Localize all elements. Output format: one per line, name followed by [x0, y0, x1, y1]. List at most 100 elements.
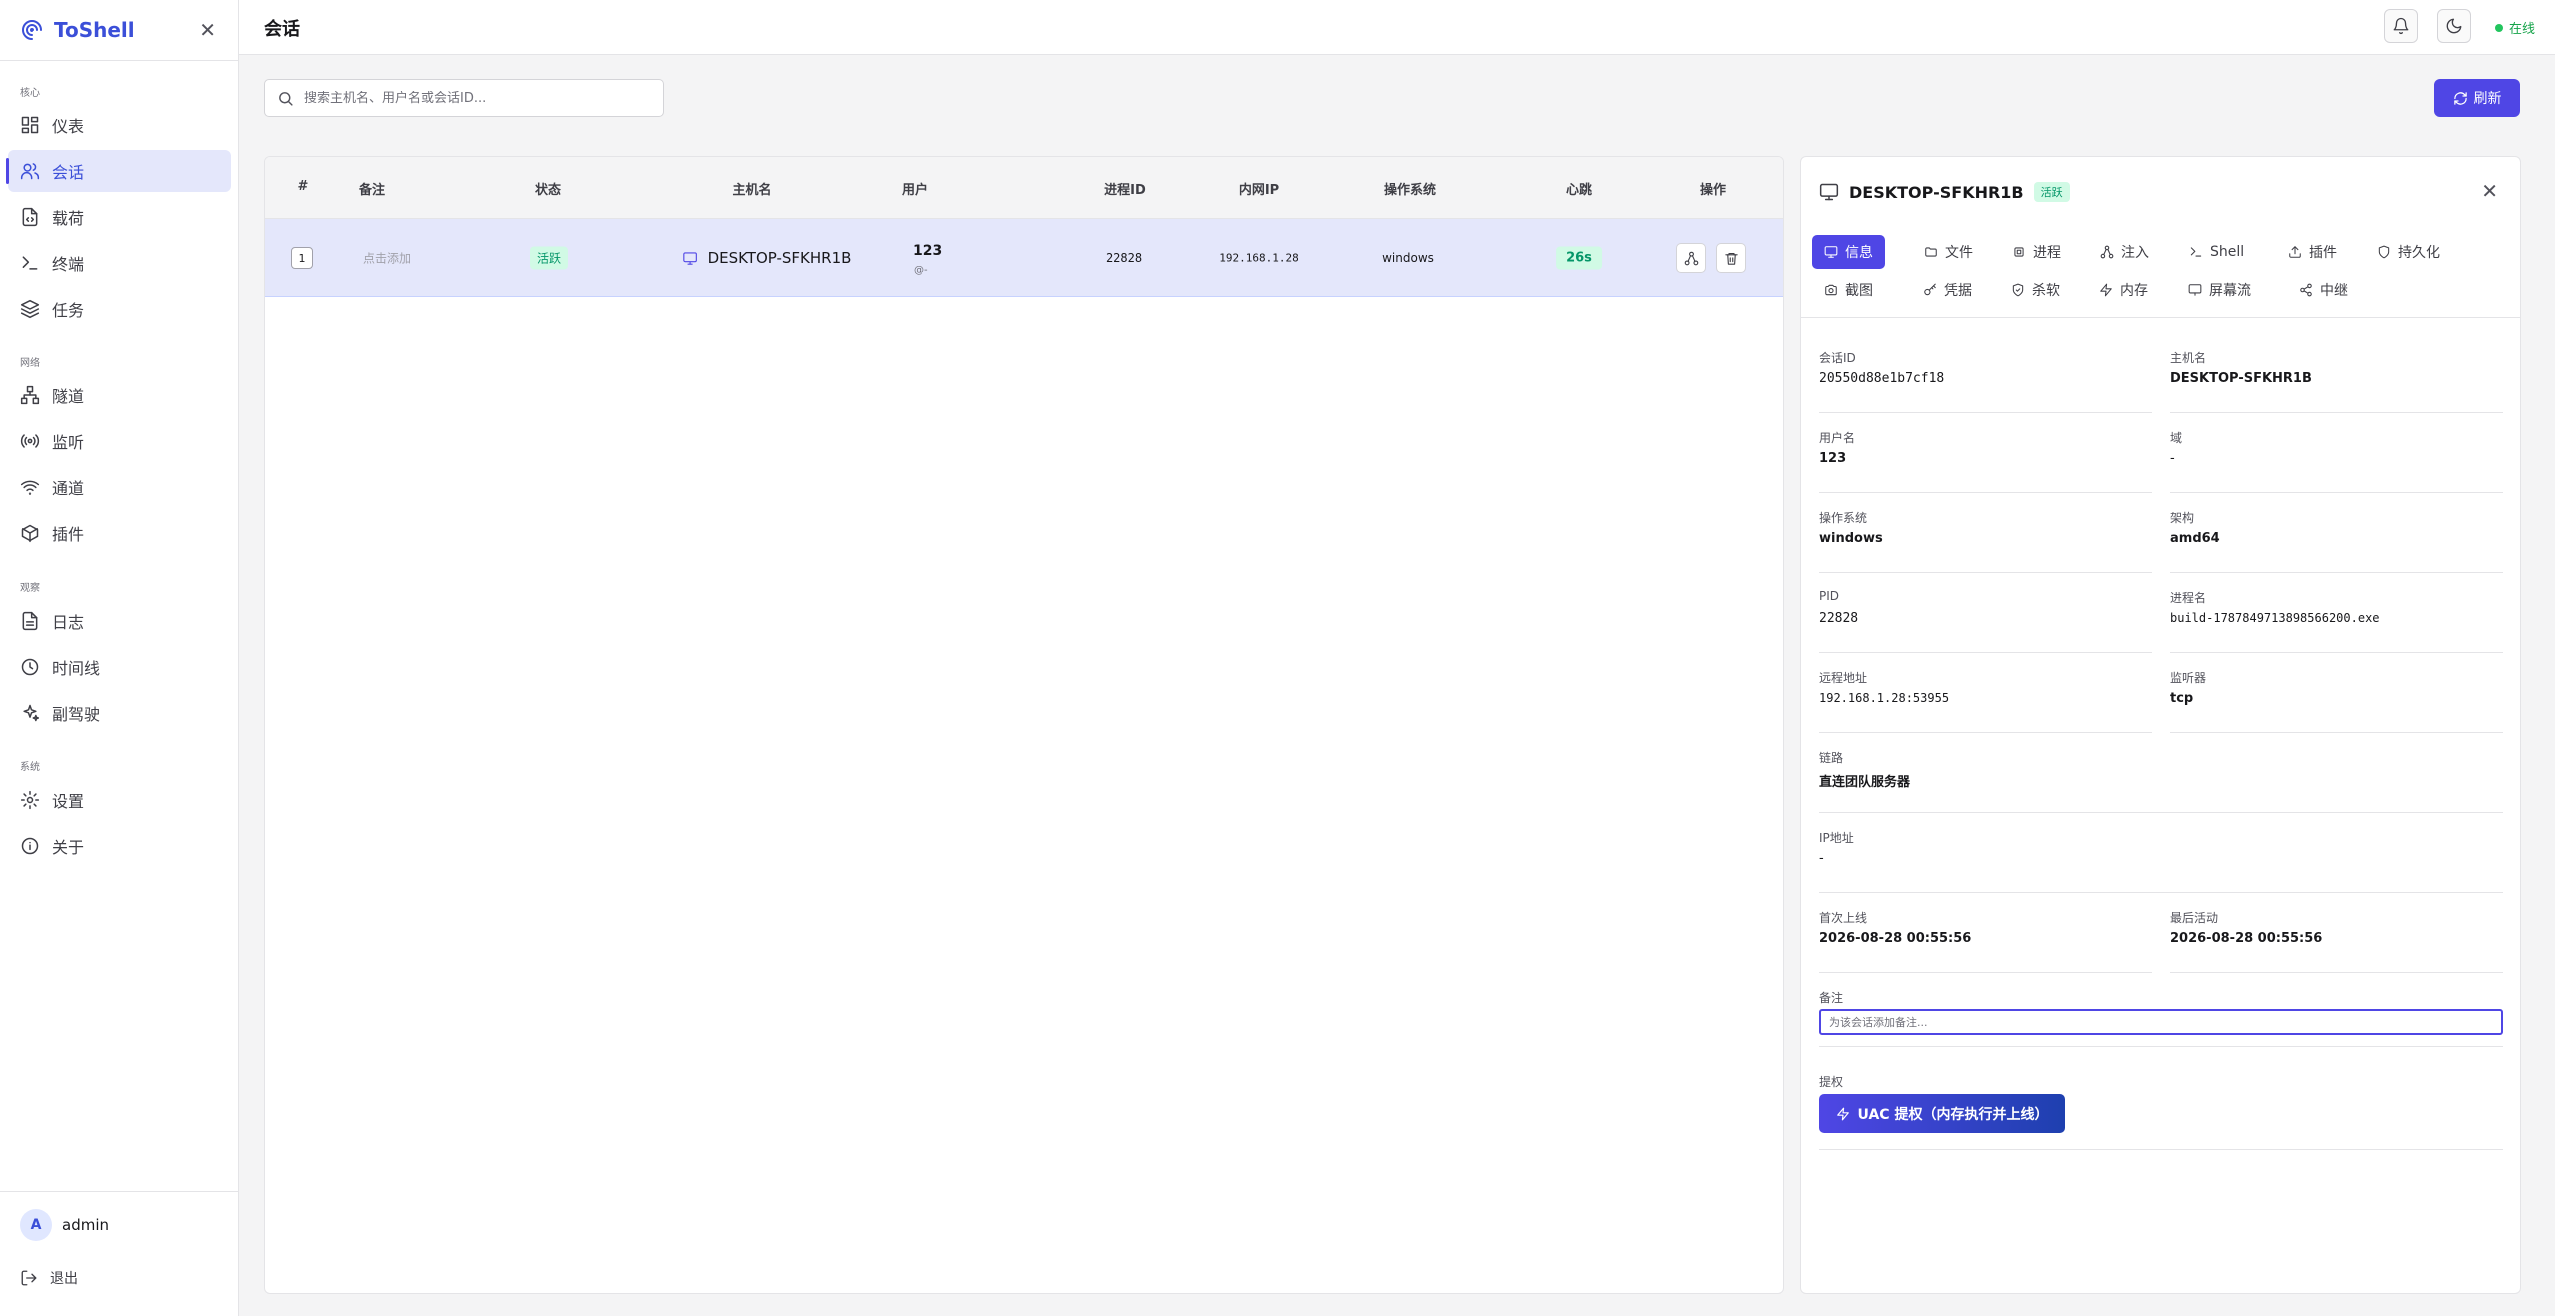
tab-screen-stream[interactable]: 屏幕流	[2176, 273, 2263, 307]
tab-persistence[interactable]: 持久化	[2365, 235, 2452, 269]
theme-toggle-button[interactable]	[2437, 9, 2471, 43]
sidebar-item-plugins[interactable]: 插件	[8, 512, 231, 554]
sidebar-item-about[interactable]: 关于	[8, 825, 231, 867]
sidebar-item-terminal[interactable]: 终端	[8, 242, 231, 284]
heartbeat-badge: 26s	[1556, 246, 1602, 270]
field-remote-address: 远程地址 192.168.1.28:53955	[1819, 669, 2152, 733]
field-label: 进程名	[2170, 591, 2207, 605]
sidebar-item-tasks[interactable]: 任务	[8, 288, 231, 330]
sidebar-item-label: 监听	[52, 433, 85, 452]
field-label: 最后活动	[2170, 911, 2219, 925]
field-value: -	[1819, 851, 1824, 866]
file-text-icon	[22, 611, 38, 631]
column-header: 操作	[1699, 183, 1727, 198]
sidebar-close-icon[interactable]: ✕	[199, 18, 216, 42]
tab-label: 持久化	[2398, 245, 2440, 261]
nav-group-network: 网络	[20, 358, 40, 369]
field-value: 2026-08-28 00:55:56	[2170, 931, 2323, 946]
field-process-name: 进程名 build-1787849713898566200.exe	[2170, 589, 2503, 653]
note-input[interactable]	[1819, 1009, 2503, 1035]
row-pid: 22828	[1105, 251, 1143, 265]
sidebar-item-channels[interactable]: 通道	[8, 466, 231, 508]
tab-plugins[interactable]: 插件	[2276, 235, 2349, 269]
search-box[interactable]	[264, 79, 664, 117]
nav-group-core: 核心	[20, 88, 40, 99]
zap-icon	[2100, 283, 2112, 297]
field-value: 22828	[1819, 611, 1859, 626]
tab-inject[interactable]: 注入	[2088, 235, 2161, 269]
close-icon[interactable]: ✕	[2481, 179, 2498, 203]
uac-privesc-button[interactable]: UAC 提权（内存执行并上线）	[1819, 1094, 2065, 1133]
sidebar-item-payloads[interactable]: 载荷	[8, 196, 231, 238]
delete-button[interactable]	[1716, 243, 1746, 273]
table-row[interactable]: 1 点击添加 活跃 DESKTOP-SFKHR1B 123 @- 22828 1…	[265, 219, 1783, 297]
username: admin	[62, 1216, 109, 1234]
sidebar-item-timeline[interactable]: 时间线	[8, 646, 231, 688]
row-os: windows	[1382, 251, 1434, 265]
tab-screenshot[interactable]: 截图	[1812, 273, 1885, 307]
tab-memory[interactable]: 内存	[2087, 273, 2160, 307]
row-note[interactable]: 点击添加	[363, 250, 411, 267]
logout-label: 退出	[50, 1271, 78, 1287]
radio-icon	[20, 434, 40, 448]
tab-relay[interactable]: 中继	[2287, 273, 2360, 307]
monitor-icon	[1824, 246, 1838, 258]
field-label: 域	[2170, 431, 2183, 445]
sidebar-item-logs[interactable]: 日志	[8, 600, 231, 642]
sidebar-item-tunnels[interactable]: 隧道	[8, 374, 231, 416]
status-badge: 活跃	[529, 246, 569, 270]
field-domain: 域 -	[2170, 429, 2503, 493]
monitor-icon	[2188, 284, 2202, 296]
moon-icon	[2446, 18, 2462, 34]
field-ip-address: IP地址 -	[1819, 829, 2503, 893]
sidebar: ToShell ✕ 核心 仪表 会话 载荷 终端 任务 网络 隧道 监听 通道 …	[0, 0, 239, 1316]
avatar[interactable]: A	[20, 1209, 52, 1241]
field-label: 监听器	[2170, 671, 2207, 685]
session-detail-panel: DESKTOP-SFKHR1B 活跃 ✕ 信息 文件 进程 注入 Shell 插…	[1800, 156, 2521, 1294]
sidebar-item-label: 终端	[52, 255, 85, 274]
refresh-button[interactable]: 刷新	[2434, 79, 2520, 117]
field-value: build-1787849713898566200.exe	[2170, 611, 2380, 625]
key-icon	[1924, 283, 1936, 296]
sidebar-item-sessions[interactable]: 会话	[6, 150, 231, 192]
field-value: 123	[1819, 451, 1847, 466]
network-icon	[2100, 245, 2114, 259]
field-arch: 架构 amd64	[2170, 509, 2503, 573]
field-label: 会话ID	[1819, 351, 1856, 365]
row-hostname: DESKTOP-SFKHR1B	[683, 249, 851, 267]
tunnel-button[interactable]	[1676, 243, 1706, 273]
logout-button[interactable]: 退出	[20, 1268, 78, 1288]
sidebar-item-dashboard[interactable]: 仪表	[8, 104, 231, 146]
tab-credentials[interactable]: 凭据	[1911, 273, 1984, 307]
terminal-icon	[22, 256, 38, 270]
tab-label: 内存	[2120, 283, 2148, 299]
dashboard-icon	[21, 116, 39, 134]
sidebar-item-label: 载荷	[52, 209, 85, 228]
terminal-icon	[2190, 247, 2202, 257]
search-input[interactable]	[304, 90, 644, 106]
zap-icon	[1836, 1107, 1849, 1120]
field-last-active: 最后活动 2026-08-28 00:55:56	[2170, 909, 2503, 973]
field-value: tcp	[2170, 691, 2194, 706]
row-user: 123	[913, 243, 943, 259]
connection-status: 在线	[2495, 18, 2535, 37]
notifications-button[interactable]	[2384, 9, 2418, 43]
sidebar-item-settings[interactable]: 设置	[8, 779, 231, 821]
monitor-icon	[1819, 183, 1839, 201]
row-user-domain: @-	[914, 265, 928, 276]
column-header: 状态	[534, 183, 562, 198]
brand-name: ToShell	[54, 18, 135, 42]
field-os: 操作系统 windows	[1819, 509, 2152, 573]
tab-info[interactable]: 信息	[1812, 235, 1885, 269]
tab-antivirus[interactable]: 杀软	[1999, 273, 2072, 307]
sidebar-item-label: 任务	[52, 301, 85, 320]
tab-files[interactable]: 文件	[1912, 235, 1985, 269]
network-icon	[20, 385, 40, 405]
field-value: 2026-08-28 00:55:56	[1819, 931, 1972, 946]
tab-shell[interactable]: Shell	[2177, 235, 2256, 269]
sidebar-item-copilot[interactable]: 副驾驶	[8, 692, 231, 734]
tab-processes[interactable]: 进程	[2000, 235, 2073, 269]
network-icon	[1684, 251, 1698, 265]
topbar: 会话 在线	[239, 0, 2555, 55]
sidebar-item-listeners[interactable]: 监听	[8, 420, 231, 462]
